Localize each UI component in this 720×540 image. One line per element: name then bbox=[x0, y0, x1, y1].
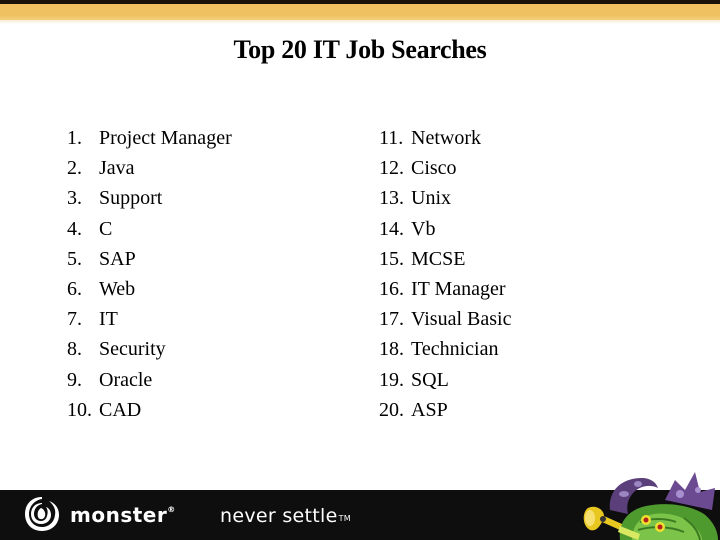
header-fade bbox=[0, 20, 720, 24]
trademark-mark: TM bbox=[338, 514, 351, 523]
job-list-right: 11. Network 12. Cisco 13. Unix 14. Vb 15. MCS… bbox=[379, 123, 511, 425]
list-item: 18. Technician bbox=[379, 334, 511, 364]
list-item-label: Support bbox=[99, 187, 163, 210]
list-item: 15. MCSE bbox=[379, 244, 511, 274]
list-item-label: Visual Basic bbox=[411, 308, 512, 331]
list-item-label: Java bbox=[99, 157, 135, 180]
list-item-label: Project Manager bbox=[99, 127, 232, 149]
monster-swirl-logo-icon bbox=[25, 497, 59, 531]
job-list-left: 1. Project Manager 2. Java 3. Support 4. C 5… bbox=[67, 123, 232, 425]
list-item-number: 8. bbox=[67, 338, 82, 361]
list-item-label: Oracle bbox=[99, 368, 153, 391]
list-item: 8. Security bbox=[67, 334, 232, 364]
list-item-number: 15. bbox=[379, 247, 404, 270]
list-item-label: IT Manager bbox=[411, 277, 506, 300]
list-item: 4. C bbox=[67, 214, 232, 244]
list-item-number: 13. bbox=[379, 187, 404, 210]
list-item-number: 6. bbox=[67, 277, 82, 300]
list-item-label: CAD bbox=[99, 398, 142, 421]
list-item-number: 5. bbox=[67, 247, 82, 270]
list-item: 20. ASP bbox=[379, 395, 511, 425]
list-item: 2. Java bbox=[67, 153, 232, 183]
brand-name: monster bbox=[70, 503, 168, 527]
list-item: 13. Unix bbox=[379, 183, 511, 213]
list-item-label: Unix bbox=[411, 187, 451, 210]
list-item-number: 10. bbox=[67, 398, 92, 421]
list-item: 1. Project Manager bbox=[67, 123, 232, 153]
list-item-number: 11. bbox=[379, 127, 404, 149]
list-item: 3. Support bbox=[67, 183, 232, 213]
list-item: 19. SQL bbox=[379, 365, 511, 395]
list-item-number: 14. bbox=[379, 217, 404, 240]
tagline: never settleTM bbox=[220, 505, 351, 527]
list-item-number: 1. bbox=[67, 127, 82, 149]
list-item-number: 18. bbox=[379, 338, 404, 361]
list-item-number: 3. bbox=[67, 187, 82, 210]
green-monster-mascot-icon bbox=[583, 472, 718, 540]
list-item-number: 4. bbox=[67, 217, 82, 240]
list-item-label: C bbox=[99, 217, 113, 240]
list-item-label: Cisco bbox=[411, 157, 457, 180]
list-item-number: 20. bbox=[379, 398, 404, 421]
list-item-label: SQL bbox=[411, 368, 449, 391]
list-item: 16. IT Manager bbox=[379, 274, 511, 304]
list-item-label: Vb bbox=[411, 217, 436, 240]
list-item: 7. IT bbox=[67, 304, 232, 334]
list-item: 12. Cisco bbox=[379, 153, 511, 183]
list-item-label: SAP bbox=[99, 247, 136, 270]
list-item-label: Security bbox=[99, 338, 166, 361]
list-item-number: 17. bbox=[379, 308, 404, 331]
list-item-label: Network bbox=[411, 127, 481, 149]
list-item: 5. SAP bbox=[67, 244, 232, 274]
registered-mark: ® bbox=[167, 505, 176, 514]
slide-title: Top 20 IT Job Searches bbox=[233, 35, 487, 64]
list-item: 9. Oracle bbox=[67, 365, 232, 395]
list-item-label: Technician bbox=[411, 338, 499, 361]
list-item-number: 7. bbox=[67, 308, 82, 331]
list-item-number: 12. bbox=[379, 157, 404, 180]
tagline-text: never settle bbox=[220, 505, 338, 527]
list-item-number: 19. bbox=[379, 368, 404, 391]
list-item-label: Web bbox=[99, 277, 136, 300]
list-item-number: 16. bbox=[379, 277, 404, 300]
list-item: 14. Vb bbox=[379, 214, 511, 244]
monster-brand-logo: monster® bbox=[70, 503, 176, 527]
list-item: 11. Network bbox=[379, 123, 511, 153]
list-item: 10. CAD bbox=[67, 395, 232, 425]
list-item-label: MCSE bbox=[411, 247, 466, 270]
list-item-number: 9. bbox=[67, 368, 82, 391]
header-gold-bar bbox=[0, 4, 720, 20]
list-item-label: IT bbox=[99, 308, 118, 331]
list-item-number: 2. bbox=[67, 157, 82, 180]
list-item-label: ASP bbox=[411, 398, 448, 421]
list-item: 17. Visual Basic bbox=[379, 304, 511, 334]
list-item: 6. Web bbox=[67, 274, 232, 304]
